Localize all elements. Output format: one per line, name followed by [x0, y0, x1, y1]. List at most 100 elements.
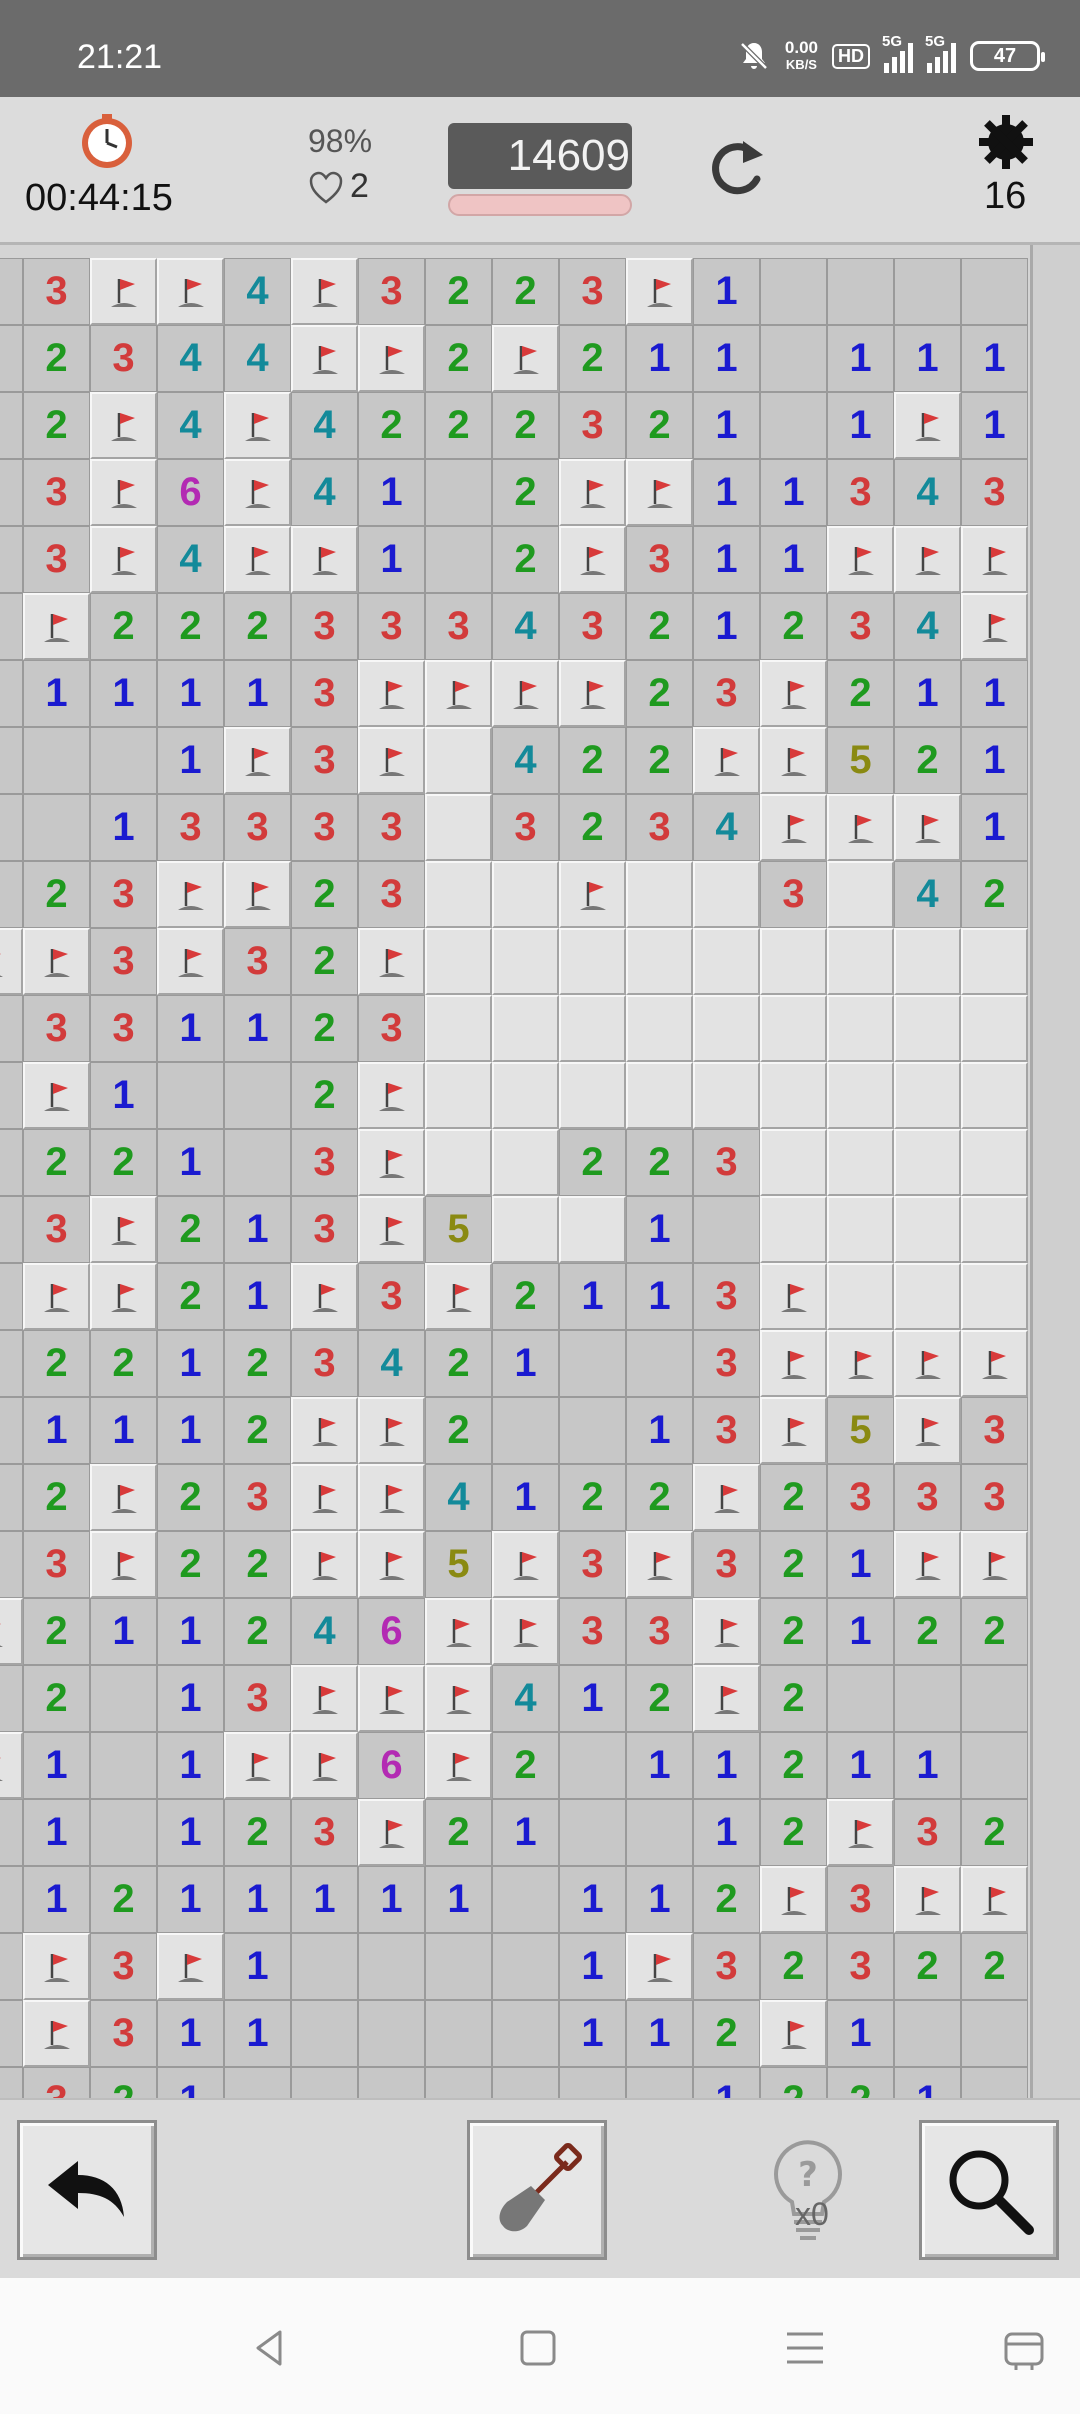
covered-cell[interactable]: [961, 1263, 1028, 1330]
number-cell[interactable]: 1: [894, 1732, 961, 1799]
covered-cell[interactable]: [827, 928, 894, 995]
number-cell[interactable]: 2: [961, 1598, 1028, 1665]
flagged-cell[interactable]: [425, 1598, 492, 1665]
number-cell[interactable]: 3: [291, 1129, 358, 1196]
covered-cell[interactable]: [760, 1062, 827, 1129]
flagged-cell[interactable]: [961, 1866, 1028, 1933]
number-cell[interactable]: 2: [0, 459, 23, 526]
number-cell[interactable]: 2: [157, 1464, 224, 1531]
number-cell[interactable]: 2: [23, 1598, 90, 1665]
empty-cell[interactable]: [760, 258, 827, 325]
number-cell[interactable]: 4: [157, 392, 224, 459]
number-cell[interactable]: 1: [0, 861, 23, 928]
number-cell[interactable]: 1: [157, 995, 224, 1062]
flagged-cell[interactable]: [90, 1263, 157, 1330]
number-cell[interactable]: 1: [559, 1665, 626, 1732]
flagged-cell[interactable]: [358, 1665, 425, 1732]
number-cell[interactable]: 4: [492, 593, 559, 660]
covered-cell[interactable]: [559, 928, 626, 995]
empty-cell[interactable]: [23, 794, 90, 861]
number-cell[interactable]: 1: [693, 526, 760, 593]
number-cell[interactable]: 2: [760, 593, 827, 660]
number-cell[interactable]: 2: [0, 727, 23, 794]
number-cell[interactable]: 1: [224, 1263, 291, 1330]
empty-cell[interactable]: [492, 1866, 559, 1933]
flagged-cell[interactable]: [23, 928, 90, 995]
number-cell[interactable]: 2: [23, 325, 90, 392]
number-cell[interactable]: 2: [224, 593, 291, 660]
number-cell[interactable]: 3: [827, 1464, 894, 1531]
number-cell[interactable]: 2: [760, 1464, 827, 1531]
number-cell[interactable]: 2: [492, 1732, 559, 1799]
number-cell[interactable]: 1: [626, 325, 693, 392]
number-cell[interactable]: 2: [0, 1531, 23, 1598]
number-cell[interactable]: 3: [693, 1129, 760, 1196]
number-cell[interactable]: 2: [693, 1866, 760, 1933]
covered-cell[interactable]: [492, 995, 559, 1062]
number-cell[interactable]: 2: [291, 928, 358, 995]
hint-lightbulb-icon[interactable]: ?: [736, 2122, 876, 2258]
number-cell[interactable]: 2: [827, 2067, 894, 2098]
flagged-cell[interactable]: [358, 1196, 425, 1263]
flagged-cell[interactable]: [90, 1196, 157, 1263]
number-cell[interactable]: 1: [157, 1129, 224, 1196]
number-cell[interactable]: 1: [0, 1263, 23, 1330]
number-cell[interactable]: 1: [626, 1732, 693, 1799]
number-cell[interactable]: 2: [23, 392, 90, 459]
number-cell[interactable]: 3: [23, 995, 90, 1062]
flagged-cell[interactable]: [358, 928, 425, 995]
empty-cell[interactable]: [291, 2000, 358, 2067]
number-cell[interactable]: 2: [626, 593, 693, 660]
empty-cell[interactable]: [559, 1330, 626, 1397]
number-cell[interactable]: 1: [827, 325, 894, 392]
flagged-cell[interactable]: [224, 459, 291, 526]
flagged-cell[interactable]: [23, 1933, 90, 2000]
empty-cell[interactable]: [827, 258, 894, 325]
empty-cell[interactable]: [224, 2067, 291, 2098]
number-cell[interactable]: 2: [559, 325, 626, 392]
minefield-grid[interactable]: 2343223132344221111132442223211123641211…: [0, 258, 1028, 2098]
flagged-cell[interactable]: [559, 861, 626, 928]
covered-cell[interactable]: [894, 928, 961, 995]
number-cell[interactable]: 3: [23, 1196, 90, 1263]
number-cell[interactable]: 3: [693, 1531, 760, 1598]
flagged-cell[interactable]: [894, 392, 961, 459]
number-cell[interactable]: 3: [693, 1397, 760, 1464]
number-cell[interactable]: 5: [425, 1196, 492, 1263]
flagged-cell[interactable]: [626, 1933, 693, 2000]
empty-cell[interactable]: [358, 2000, 425, 2067]
flagged-cell[interactable]: [90, 258, 157, 325]
flagged-cell[interactable]: [358, 1062, 425, 1129]
number-cell[interactable]: 4: [224, 325, 291, 392]
covered-cell[interactable]: [827, 1263, 894, 1330]
number-cell[interactable]: 2: [492, 392, 559, 459]
flagged-cell[interactable]: [626, 258, 693, 325]
number-cell[interactable]: 2: [23, 1129, 90, 1196]
empty-cell[interactable]: [760, 325, 827, 392]
empty-cell[interactable]: [492, 1933, 559, 2000]
number-cell[interactable]: 1: [626, 2000, 693, 2067]
flagged-cell[interactable]: [827, 1799, 894, 1866]
number-cell[interactable]: 3: [90, 1933, 157, 2000]
empty-cell[interactable]: [894, 258, 961, 325]
number-cell[interactable]: 4: [358, 1330, 425, 1397]
covered-cell[interactable]: [626, 861, 693, 928]
flagged-cell[interactable]: [961, 593, 1028, 660]
number-cell[interactable]: 3: [693, 1933, 760, 2000]
number-cell[interactable]: 3: [0, 325, 23, 392]
number-cell[interactable]: 1: [894, 660, 961, 727]
number-cell[interactable]: 2: [0, 1330, 23, 1397]
number-cell[interactable]: 2: [157, 1263, 224, 1330]
covered-cell[interactable]: [961, 1062, 1028, 1129]
recents-nav-icon[interactable]: [783, 2326, 827, 2370]
number-cell[interactable]: 2: [559, 727, 626, 794]
number-cell[interactable]: 3: [559, 258, 626, 325]
flagged-cell[interactable]: [760, 1866, 827, 1933]
number-cell[interactable]: 3: [961, 1464, 1028, 1531]
covered-cell[interactable]: [492, 861, 559, 928]
number-cell[interactable]: 1: [693, 1799, 760, 1866]
covered-cell[interactable]: [559, 1196, 626, 1263]
flagged-cell[interactable]: [961, 1330, 1028, 1397]
flagged-cell[interactable]: [291, 1665, 358, 1732]
number-cell[interactable]: 2: [425, 392, 492, 459]
